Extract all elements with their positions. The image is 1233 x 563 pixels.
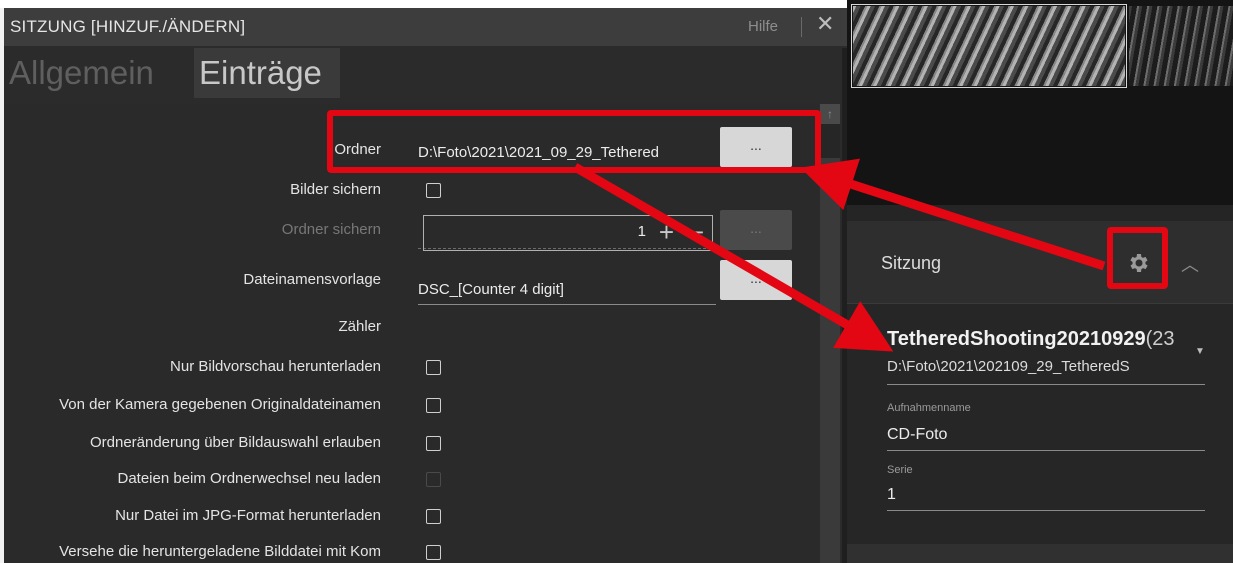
- arrow-folder-to-session: [572, 163, 894, 352]
- annotation-arrows: [572, 158, 1106, 352]
- arrow-gear-to-folder: [800, 158, 1106, 271]
- screenshot-stage: { "dialog": { "title": "SITZUNG [HINZUF.…: [0, 0, 1233, 563]
